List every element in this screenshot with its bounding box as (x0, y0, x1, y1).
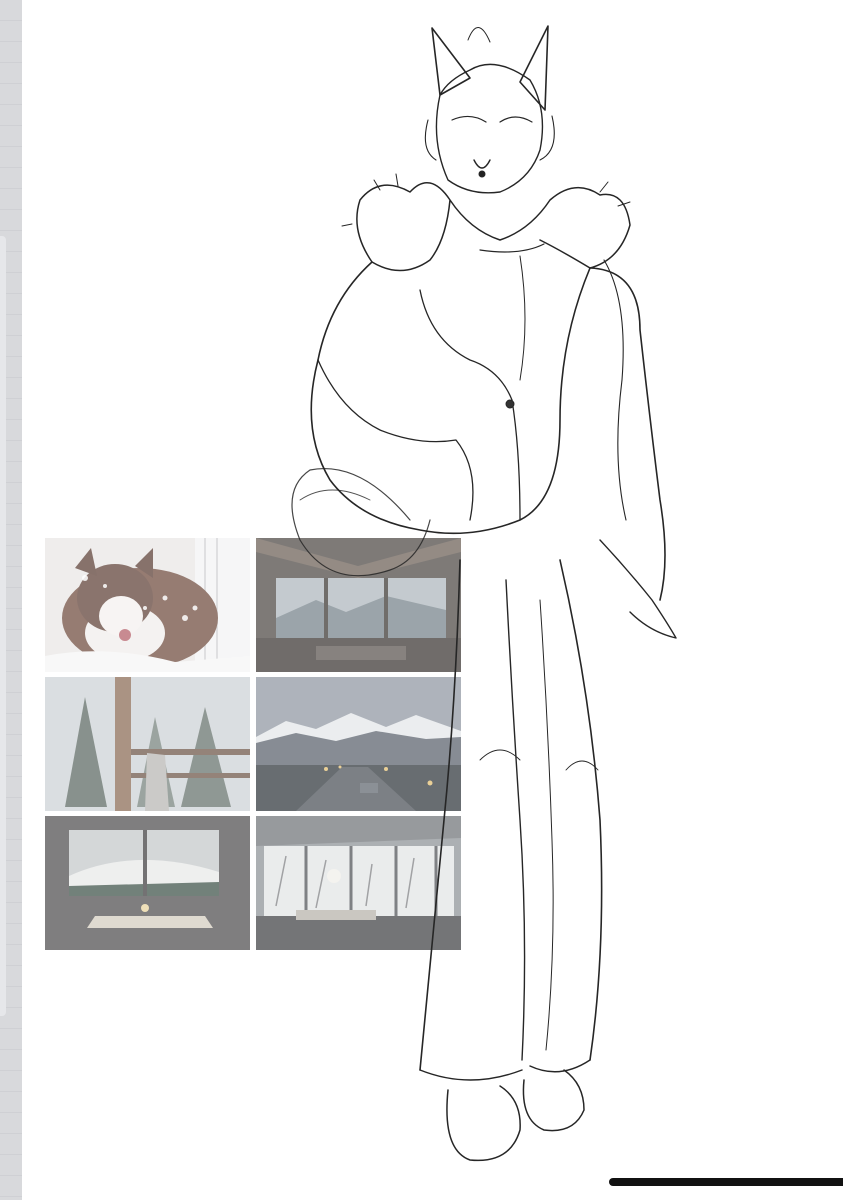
home-indicator[interactable] (609, 1178, 843, 1186)
character-sketch (291, 25, 677, 1162)
